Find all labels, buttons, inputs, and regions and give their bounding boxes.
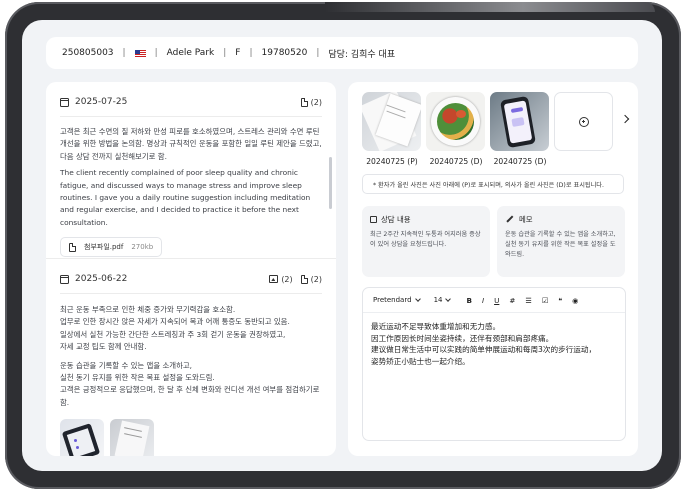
photo-caption: 20240725 (P) (366, 157, 418, 166)
document-icon (300, 274, 308, 284)
text-line: 자세 교정 팁도 함께 안내함. (60, 342, 147, 352)
font-size-value: 14 (433, 296, 443, 304)
consultation-entry[interactable]: 2025-07-25 (2) 고객은 최근 수면의 질 저하와 만성 피로를 호… (60, 88, 322, 258)
entry-paragraph: 운동 습관을 기록할 수 있는 앱을 소개하고, 실천 동기 유지를 위한 작은… (60, 360, 322, 410)
separator: | (154, 48, 158, 58)
chevron-down-icon (414, 296, 421, 302)
bold-button[interactable]: B (466, 296, 471, 305)
patient-id: 250805003 (62, 48, 114, 58)
palette-icon[interactable]: ◉ (572, 296, 578, 305)
add-photo-button[interactable] (554, 92, 613, 151)
tablet-edge-highlight (325, 2, 655, 12)
image-count-label: (2) (281, 274, 293, 284)
editor-line: 姿势矫正小贴士也一起介绍。 (371, 356, 470, 366)
entry-divider (46, 258, 336, 259)
patient-birth: 19780520 (261, 48, 308, 58)
image-count[interactable]: (2) (269, 274, 293, 284)
us-flag-icon (134, 49, 146, 57)
patient-name: Adele Park (166, 48, 215, 58)
editor-line: 因工作原因长时间坐姿持续，还伴有颈部和肩部疼痛。 (371, 333, 554, 343)
card-title-label: 상담 내용 (381, 215, 411, 224)
card-body: 운동 습관을 기록할 수 있는 앱을 소개하고, 실천 동기 유지를 위한 작은… (505, 231, 616, 259)
text-line: 최근 운동 부족으로 인한 체중 증가와 무기력감을 호소함. (60, 305, 236, 314)
entry-header: 2025-06-22 (2) (2) (60, 265, 322, 293)
card-body: 최근 2주간 지속적인 두통과 어지러움 증상이 있어 상담을 요청드립니다. (370, 231, 481, 249)
document-count-label: (2) (310, 274, 322, 284)
chevron-down-icon (445, 296, 452, 302)
text-line: 일상에서 실천 가능한 간단한 스트레칭과 주 3회 걷기 운동을 권장하였고, (60, 329, 286, 339)
quote-icon[interactable]: ❝ (558, 296, 562, 305)
photo-salad[interactable] (426, 92, 485, 151)
checkbox-icon[interactable]: ☑ (542, 296, 548, 305)
entry-thumbnails (60, 419, 322, 456)
text-line: 업무로 인한 장시간 앉은 자세가 지속되어 목과 어깨 통증도 동반되고 있음… (60, 317, 290, 327)
divider (60, 116, 322, 117)
editor-line: 建议做日常生活中可以实践的简单伸展运动和每周3次的步行运动， (371, 345, 597, 355)
detail-panel: 20240725 (P) 20240725 (D) 20240725 (D) *… (348, 82, 638, 456)
file-icon (69, 242, 76, 252)
photo-papers[interactable] (362, 92, 421, 151)
consult-content-card: 상담 내용 최근 2주간 지속적인 두통과 어지러움 증상이 있어 상담을 요청… (362, 206, 490, 277)
manager-label: 담당: 김희수 대표 (328, 49, 396, 60)
attachment-chip[interactable]: 첨부파일.pdf 270kb (60, 237, 163, 258)
thumbnail-tablet-photo[interactable] (60, 419, 104, 456)
document-count[interactable]: (2) (300, 97, 322, 107)
italic-button[interactable]: I (482, 296, 484, 305)
photo-phone[interactable] (490, 92, 549, 151)
divider (60, 293, 322, 294)
entry-text-korean: 고객은 최근 수면의 질 저하와 만성 피로를 호소하였으며, 스트레스 관리와… (60, 127, 322, 161)
rich-text-editor: Pretendard 14 B I U # ☰ ☑ ❝ ◉ 最近运动不足导致体重… (362, 287, 626, 441)
card-title: 상담 내용 (370, 214, 482, 225)
document-icon (300, 97, 308, 107)
list-icon[interactable]: ☰ (525, 296, 531, 305)
text-line: 실천 동기 유지를 위한 작은 목표 설정을 도와드림. (60, 373, 215, 383)
calendar-icon (60, 97, 69, 107)
font-family-select[interactable]: Pretendard (373, 296, 421, 304)
separator: | (223, 48, 227, 58)
patient-header: 250805003 | | Adele Park | F | 19780520 … (46, 37, 638, 69)
photo-caption: 20240725 (D) (493, 157, 547, 166)
comment-icon (370, 216, 377, 223)
attachment-name: 첨부파일.pdf (84, 243, 124, 252)
pencil-icon (506, 215, 514, 224)
document-count-label: (2) (310, 97, 322, 107)
thumbnail-papers-photo[interactable] (110, 419, 154, 456)
entry-paragraph: 최근 운동 부족으로 인한 체중 증가와 무기력감을 호소함. 업무로 인한 장… (60, 304, 322, 354)
separator: | (122, 48, 126, 58)
add-icon (578, 116, 589, 127)
chevron-right-icon[interactable] (620, 114, 630, 124)
photo-gallery (362, 92, 613, 151)
photo-caption: 20240725 (D) (429, 157, 483, 166)
entry-date: 2025-06-22 (75, 274, 128, 284)
memo-card: 메모 운동 습관을 기록할 수 있는 앱을 소개하고, 실천 동기 유지를 위한… (497, 206, 625, 277)
attachment-size: 270kb (131, 243, 154, 252)
editor-toolbar: Pretendard 14 B I U # ☰ ☑ ❝ ◉ (363, 288, 625, 313)
text-line: 운동 습관을 기록할 수 있는 앱을 소개하고, (60, 360, 193, 370)
entry-date: 2025-07-25 (75, 97, 128, 107)
scrollbar-thumb[interactable] (329, 157, 332, 209)
hashtag-button[interactable]: # (509, 296, 515, 305)
underline-button[interactable]: U (494, 296, 499, 305)
editor-line: 最近运动不足导致体重增加和无力感。 (371, 322, 501, 331)
font-family-value: Pretendard (373, 296, 412, 304)
text-line: 고객은 긍정적으로 응답했으며, 한 달 후 신체 변화와 컨디션 개선 여부를… (60, 385, 320, 407)
patient-sex: F (235, 48, 241, 58)
editor-content[interactable]: 最近运动不足导致体重增加和无力感。 因工作原因长时间坐姿持续，还伴有颈部和肩部疼… (363, 313, 625, 375)
separator: | (316, 48, 320, 58)
card-title: 메모 (505, 214, 617, 225)
entry-text-english: The client recently complained of poor s… (60, 168, 311, 227)
consultation-entry[interactable]: 2025-06-22 (2) (2) 최근 운동 부족으로 인한 체중 증가와 … (60, 265, 322, 456)
card-title-label: 메모 (519, 215, 533, 224)
app-screen: 250805003 | | Adele Park | F | 19780520 … (22, 20, 662, 471)
consultation-history-panel: 2025-07-25 (2) 고객은 최근 수면의 질 저하와 만성 피로를 호… (46, 82, 336, 456)
document-count[interactable]: (2) (300, 274, 322, 284)
calendar-icon (60, 274, 69, 284)
image-icon (269, 275, 279, 283)
entry-header: 2025-07-25 (2) (60, 88, 322, 116)
separator: | (249, 48, 253, 58)
font-size-select[interactable]: 14 (433, 296, 452, 304)
photo-notice: * 환자가 올린 사진은 사진 아래에 (P)로 표시되며, 의사가 올린 사진… (362, 174, 624, 194)
